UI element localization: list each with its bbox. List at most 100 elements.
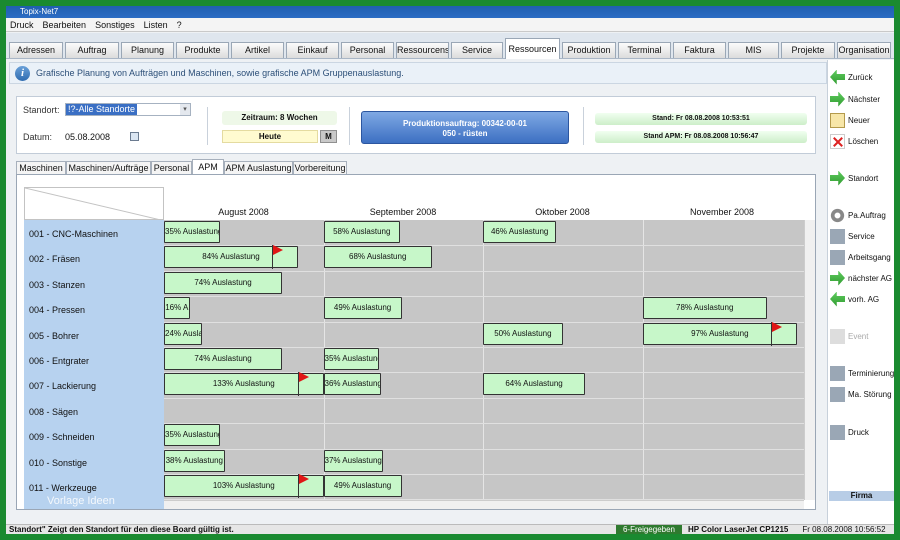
load-bar[interactable]: 38% Auslastung [164,449,225,472]
subtab-apm-auslastung[interactable]: APM Auslastung [224,161,293,175]
action-event[interactable]: Event [830,327,894,345]
resource-row-label[interactable]: 007 - Lackierung [29,381,96,391]
action-label: Druck [848,427,869,437]
action-arbeitsgang[interactable]: Arbeitsgang [830,248,894,266]
produktionsauftrag-title: Produktionsauftrag: 00342-00-01 [402,119,528,128]
gantt-grid[interactable]: 35% Auslastung 58% Auslastung 46% Auslastu… [164,220,804,509]
m-button[interactable]: M [320,130,337,143]
month-header: November 2008 [689,207,755,217]
load-bar[interactable]: 35% Auslastung [164,221,220,243]
load-bar[interactable]: 78% Auslastung [642,297,767,320]
action-standort[interactable]: Standort [830,169,894,187]
tab-produkte[interactable]: Produkte [176,42,229,58]
tab-planung[interactable]: Planung [121,42,174,58]
resource-row-label[interactable]: 001 - CNC-Maschinen [29,229,118,239]
tab-faktura[interactable]: Faktura [673,42,726,58]
vertical-scrollbar[interactable] [804,220,815,500]
subtab-vorbereitung[interactable]: Vorbereitung [293,161,347,175]
tab-ressourcen[interactable]: Ressourcen [505,38,560,59]
action-pa-auftrag[interactable]: Pa.Auftrag [830,206,894,224]
subtab-maschinen[interactable]: Maschinen [16,161,66,175]
printer-icon [830,424,845,440]
load-bar[interactable]: 16% A [164,297,190,320]
menu-sonstiges[interactable]: Sonstiges [91,18,140,31]
datum-label: Datum: [23,132,53,142]
arrow-right-icon [830,270,845,286]
horizontal-scrollbar[interactable] [164,500,804,509]
load-bar[interactable]: 50% Auslastung [483,322,563,345]
main-tab-bar: Adressen Auftrag Planung Produkte Artikel Ein… [6,33,894,59]
tab-mis[interactable]: MIS [728,42,779,58]
tab-produktion[interactable]: Produktion [562,42,616,58]
menu-bearbeiten[interactable]: Bearbeiten [39,18,92,31]
tab-personal[interactable]: Personal [341,42,394,58]
load-bar[interactable]: 49% Auslastung [323,297,402,320]
load-bar[interactable]: 74% Auslastung [164,348,283,370]
action-label: nächster AG [848,273,893,283]
action-n-chster[interactable]: Nächster [830,90,894,108]
menu-druck[interactable]: Druck [6,18,39,31]
chevron-down-icon[interactable]: ▾ [180,104,190,115]
action-service[interactable]: Service [830,227,894,245]
load-bar[interactable]: 46% Auslastung [483,221,557,243]
load-bar[interactable]: 58% Auslastung [323,221,401,243]
action-n-chster-ag[interactable]: nächster AG [830,269,894,287]
watermark-text: Vorlage Ideen [47,495,115,507]
tab-terminal[interactable]: Terminal [618,42,671,58]
load-bar[interactable]: 35% Auslastung [323,348,380,370]
datum-value[interactable]: 05.08.2008 [65,132,110,142]
load-bar[interactable]: 35% Auslastung [164,424,220,447]
produktionsauftrag-button[interactable]: Produktionsauftrag: 00342-00-01 050 - rü… [361,111,569,144]
menu-help[interactable]: ? [173,18,187,31]
tab-projekte[interactable]: Projekte [781,42,835,58]
load-bar[interactable]: 24% Ausla [164,322,203,345]
tab-einkauf[interactable]: Einkauf [286,42,339,58]
subtab-apm[interactable]: APM [192,159,224,175]
resource-row-label[interactable]: 008 - Sägen [29,407,78,417]
resource-row-label[interactable]: 003 - Stanzen [29,280,85,290]
action-neuer[interactable]: Neuer [830,111,894,129]
action-label: Arbeitsgang [848,252,891,262]
overload-flag-icon [297,372,309,397]
info-text: Grafische Planung von Aufträgen und Masc… [36,68,404,78]
divider [207,107,208,145]
resource-row-label[interactable]: 010 - Sonstige [29,458,87,468]
tools-icon [830,228,845,244]
action-terminierung[interactable]: Terminierung [830,364,894,382]
standort-label: Standort: [23,105,60,115]
subtab-maschinen-auftr-ge[interactable]: Maschinen/Aufträge [66,161,151,175]
resource-row-label[interactable]: 004 - Pressen [29,305,85,315]
action-vorh-ag[interactable]: vorh. AG [830,290,894,308]
action-druck[interactable]: Druck [830,423,894,441]
tab-service[interactable]: Service [451,42,503,58]
action-ma-st-rung[interactable]: Ma. Störung [830,385,894,403]
action-l-schen[interactable]: Löschen [830,132,894,150]
resource-row-label[interactable]: 011 - Werkzeuge [29,483,97,493]
resource-row-label[interactable]: 002 - Fräsen [29,254,80,264]
stand-badge: Stand: Fr 08.08.2008 10:53:51 [595,113,807,125]
subtab-personal[interactable]: Personal [151,161,192,175]
standort-select[interactable]: !?-Alle Standorte ▾ [65,103,191,116]
resource-row-label[interactable]: 006 - Entgrater [29,356,89,366]
load-bar[interactable]: 68% Auslastung [323,246,432,269]
overload-flag-icon [297,474,309,498]
tab-adressen[interactable]: Adressen [9,42,63,58]
resource-row-label[interactable]: 005 - Bohrer [29,331,79,341]
action-zur-ck[interactable]: Zurück [830,68,894,86]
menu-listen[interactable]: Listen [140,18,173,31]
status-freigegeben: 6-Freigegeben [616,525,682,534]
tab-artikel[interactable]: Artikel [231,42,284,58]
resource-row-label[interactable]: 009 - Schneiden [29,432,95,442]
tab-ressourcensta[interactable]: Ressourcensta [396,42,449,58]
load-bar[interactable]: 36% Auslastung [323,373,381,396]
load-bar[interactable]: 74% Auslastung [164,271,283,294]
tab-auftrag[interactable]: Auftrag [65,42,119,58]
board-corner [24,187,166,222]
load-bar[interactable]: 37% Auslastung [323,449,383,472]
calendar-icon[interactable] [130,132,139,141]
load-bar[interactable]: 49% Auslastung [323,475,402,497]
warning-icon [830,386,845,402]
load-bar[interactable]: 64% Auslastung [483,373,586,396]
tab-organisation[interactable]: Organisation [837,42,891,58]
heute-button[interactable]: Heute [222,130,318,143]
